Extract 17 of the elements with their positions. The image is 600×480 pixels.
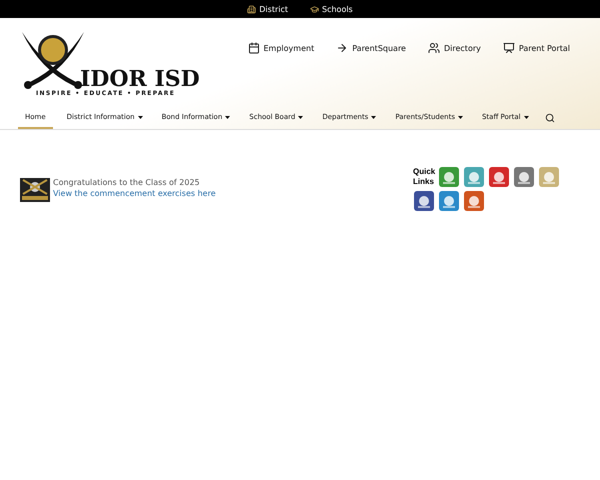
utility-link[interactable]: Directory [428, 40, 481, 56]
utility-link[interactable]: Employment [248, 40, 314, 56]
arrow-icon [336, 42, 348, 54]
announcement-link[interactable]: View the commencement exercises here [53, 189, 216, 198]
search-icon[interactable] [544, 113, 555, 123]
building-icon [247, 4, 256, 14]
cap-icon [310, 4, 319, 14]
calendar-icon [248, 42, 260, 54]
utility-link[interactable]: Parent Portal [502, 40, 570, 56]
utility-link[interactable]: ParentSquare [336, 40, 406, 56]
top-bar-link[interactable]: Schools [310, 4, 353, 14]
top-bar-link[interactable]: District [247, 4, 288, 14]
presentation-icon [502, 42, 515, 54]
quick-links-title: Quick Links [413, 167, 435, 187]
announcement-title: Congratulations to the Class of 2025 [53, 178, 201, 187]
logo-wordmark: IDOR ISD [80, 68, 200, 90]
people-icon [428, 42, 440, 54]
